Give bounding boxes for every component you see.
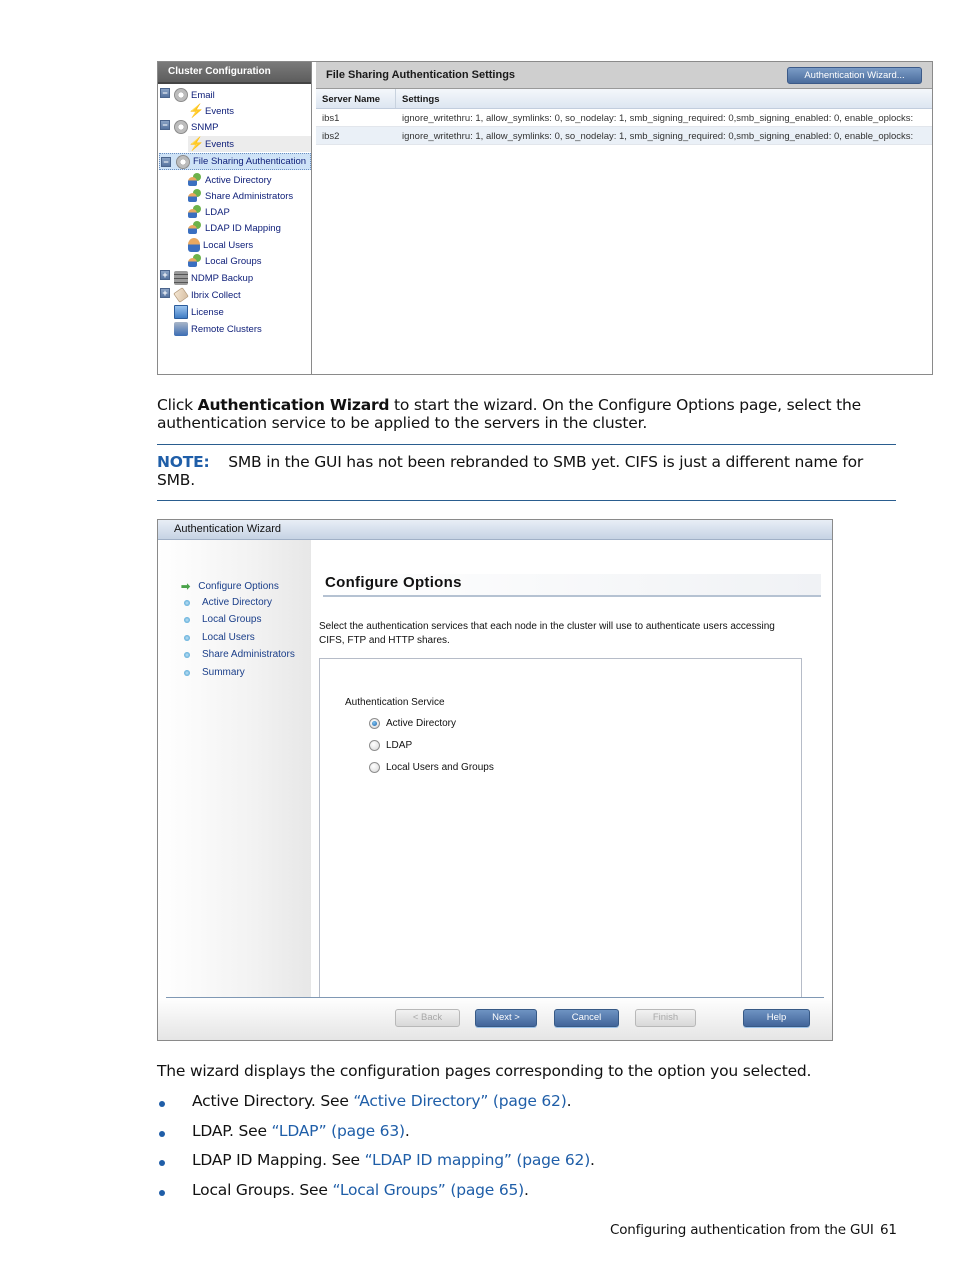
expand-icon[interactable]: + [160, 288, 170, 298]
gear-icon [174, 120, 188, 134]
step-active-directory[interactable]: Active Directory [184, 597, 272, 608]
radio-unselected-icon[interactable] [369, 740, 380, 751]
server-name-cell: ibs2 [322, 131, 340, 142]
radio-ldap[interactable]: LDAP [369, 740, 412, 751]
step-summary[interactable]: Summary [184, 667, 245, 678]
bullet-icon [184, 616, 190, 623]
bullet-icon [184, 669, 190, 676]
page-number: 61 [880, 1222, 897, 1238]
gear-icon [176, 154, 190, 169]
tree-item-local-groups[interactable]: Local Groups [188, 253, 262, 269]
wizard-steps: ➡ Configure Options Active Directory Loc… [158, 540, 311, 997]
tree-item-ldap[interactable]: LDAP [188, 204, 230, 220]
link-local-groups[interactable]: “Local Groups” (page 65) [332, 1181, 524, 1199]
tree-title: Cluster Configuration [158, 62, 311, 84]
column-header-server-name[interactable]: Server Name [316, 89, 396, 108]
gear-icon [174, 88, 188, 102]
step-local-users[interactable]: Local Users [184, 632, 255, 643]
collapse-icon[interactable]: − [161, 156, 171, 167]
tree-item-license[interactable]: License [174, 304, 224, 320]
authentication-wizard-screenshot: Authentication Wizard ➡ Configure Option… [157, 519, 833, 1041]
document-icon [174, 305, 188, 319]
tree-item-snmp-events[interactable]: ⚡ Events [188, 136, 311, 152]
tree-item-remote-clusters[interactable]: Remote Clusters [174, 321, 262, 337]
link-ldap-id-mapping[interactable]: “LDAP ID mapping” (page 62) [365, 1151, 591, 1169]
intro-paragraph: Click Authentication Wizard to start the… [157, 396, 861, 432]
page-footer-section: Configuring authentication from the GUI [610, 1222, 874, 1238]
tree-item-active-directory[interactable]: Active Directory [188, 172, 272, 188]
collapse-icon[interactable]: − [160, 120, 170, 130]
settings-table-header: Server Name Settings [316, 89, 932, 109]
after-wizard-paragraph: The wizard displays the configuration pa… [157, 1062, 812, 1080]
cluster-configuration-screenshot: Cluster Configuration − Email ⚡ Events −… [157, 61, 933, 375]
expand-icon[interactable]: + [160, 270, 170, 280]
tree-item-file-sharing-authentication[interactable]: − File Sharing Authentication [159, 153, 311, 170]
step-share-administrators[interactable]: Share Administrators [184, 649, 295, 660]
step-local-groups[interactable]: Local Groups [184, 614, 261, 625]
next-button[interactable]: Next > [475, 1009, 537, 1027]
arrow-right-icon: ➡ [181, 581, 191, 593]
lightning-icon: ⚡ [188, 136, 205, 151]
intro-bold-term: Authentication Wizard [197, 396, 390, 414]
users-icon [188, 173, 202, 187]
server-name-cell: ibs1 [322, 113, 340, 124]
wizard-button-bar: < Back Next > Cancel Finish Help [158, 997, 832, 1040]
lightning-icon: ⚡ [188, 103, 205, 118]
tree-item-local-users[interactable]: Local Users [188, 237, 253, 253]
wizard-content: Configure Options Select the authenticat… [311, 540, 832, 1006]
cluster-icon [174, 322, 188, 336]
radio-active-directory[interactable]: Active Directory [369, 718, 456, 729]
radio-selected-icon[interactable] [369, 718, 380, 729]
column-header-settings[interactable]: Settings [396, 89, 439, 108]
divider [166, 997, 824, 998]
page-heading: Configure Options [323, 574, 821, 597]
tree-item-share-administrators[interactable]: Share Administrators [188, 188, 293, 204]
link-ldap[interactable]: “LDAP” (page 63) [272, 1122, 406, 1140]
settings-cell: ignore_writethru: 1, allow_symlinks: 0, … [402, 113, 914, 124]
help-button[interactable]: Help [743, 1009, 810, 1027]
tree-item-email-events[interactable]: ⚡ Events [188, 103, 234, 119]
tree-item-ibrix-collect[interactable]: Ibrix Collect [173, 287, 241, 303]
cancel-button[interactable]: Cancel [554, 1009, 619, 1027]
bullet-icon [159, 1160, 165, 1166]
note-label: NOTE: [157, 453, 210, 471]
file-sharing-auth-panel: File Sharing Authentication Settings Aut… [316, 62, 932, 374]
radio-unselected-icon[interactable] [369, 762, 380, 773]
table-row[interactable]: ibs2 ignore_writethru: 1, allow_symlinks… [316, 127, 932, 145]
link-active-directory[interactable]: “Active Directory” (page 62) [353, 1092, 566, 1110]
page-description: Select the authentication services that … [319, 621, 775, 646]
tree-item-ldap-id-mapping[interactable]: LDAP ID Mapping [188, 220, 281, 236]
bullet-icon [159, 1101, 165, 1107]
note-bottom-rule [157, 500, 896, 501]
authentication-service-label: Authentication Service [345, 697, 445, 708]
server-icon [174, 271, 188, 285]
bullet-icon [159, 1131, 165, 1137]
note-top-rule [157, 444, 896, 445]
bullet-icon [184, 599, 190, 606]
bullet-icon [184, 634, 190, 641]
wizard-title: Authentication Wizard [158, 520, 832, 540]
authentication-wizard-button[interactable]: Authentication Wizard... [787, 67, 922, 84]
users-icon [188, 221, 202, 235]
table-row[interactable]: ibs1 ignore_writethru: 1, allow_symlinks… [316, 109, 932, 127]
bullet-icon [159, 1190, 165, 1196]
back-button[interactable]: < Back [395, 1009, 460, 1027]
bullet-icon [184, 651, 190, 658]
radio-local-users-and-groups[interactable]: Local Users and Groups [369, 762, 494, 773]
tree-item-snmp[interactable]: SNMP [174, 119, 218, 135]
users-icon [188, 189, 202, 203]
finish-button[interactable]: Finish [635, 1009, 696, 1027]
tree-item-email[interactable]: Email [174, 87, 215, 103]
settings-cell: ignore_writethru: 1, allow_symlinks: 0, … [402, 131, 914, 142]
note: NOTE: SMB in the GUI has not been rebran… [157, 453, 864, 489]
tag-icon [173, 287, 189, 303]
step-configure-options[interactable]: ➡ Configure Options [181, 580, 279, 593]
cluster-configuration-tree: Cluster Configuration − Email ⚡ Events −… [158, 62, 312, 374]
users-icon [188, 205, 202, 219]
user-icon [188, 238, 200, 252]
tree-item-ndmp-backup[interactable]: NDMP Backup [174, 270, 253, 286]
users-icon [188, 254, 202, 268]
authentication-service-group: Authentication Service Active Directory … [319, 658, 802, 1006]
collapse-icon[interactable]: − [160, 88, 170, 98]
